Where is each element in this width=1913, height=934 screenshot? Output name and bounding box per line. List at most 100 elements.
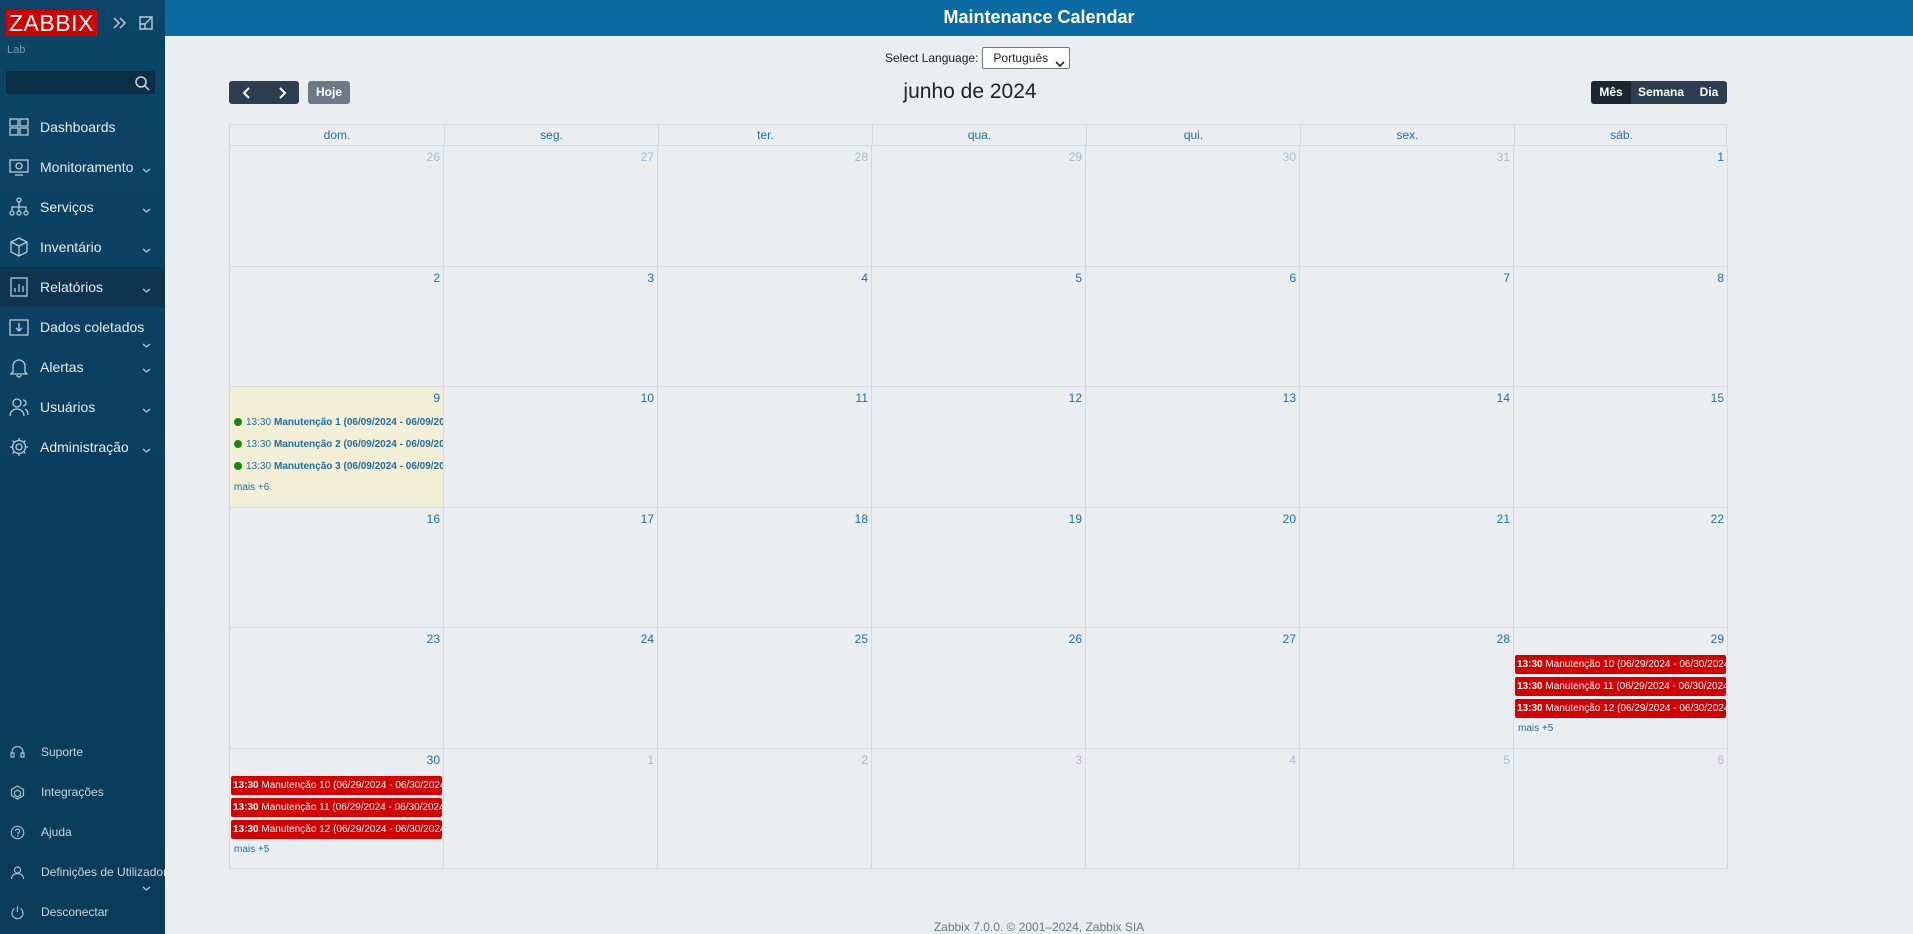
day-cell[interactable]: 12	[872, 387, 1086, 508]
day-cell[interactable]: 3	[444, 266, 658, 387]
event-bar[interactable]: 13:30 Manutenção 10 (06/29/2024 - 06/30/…	[1515, 655, 1726, 674]
event-item[interactable]: 13:30 Manutenção 2 (06/09/2024 - 06/09/20…	[234, 435, 443, 453]
more-events-link[interactable]: mais +5	[1518, 723, 1553, 734]
sidebar-item-administration[interactable]: Administração	[0, 427, 165, 467]
day-cell[interactable]: 5	[872, 266, 1086, 387]
status-dot-icon	[234, 418, 242, 426]
day-cell[interactable]: 10	[444, 387, 658, 508]
day-cell[interactable]: 6	[1514, 748, 1728, 869]
event-bar[interactable]: 13:30 Manutenção 11 (06/29/2024 - 06/30/…	[231, 797, 442, 817]
day-cell[interactable]: 4	[658, 266, 872, 387]
day-cell[interactable]: 26	[230, 146, 444, 267]
view-switcher: Mês Semana Dia	[1591, 81, 1727, 104]
sidebar-controls	[112, 15, 154, 31]
prev-month-button[interactable]	[229, 81, 264, 104]
view-day-button[interactable]: Dia	[1691, 81, 1727, 104]
day-number: 5	[1503, 752, 1510, 767]
sidebar-item-alerts[interactable]: Alertas	[0, 347, 165, 387]
sidebar-item-label: Dashboards	[40, 119, 116, 135]
event-bar[interactable]: 13:30 Manutenção 12 (06/29/2024 - 06/30/…	[1515, 699, 1726, 718]
sidebar-item-services[interactable]: Serviços	[0, 187, 165, 227]
day-cell[interactable]: 28	[658, 146, 872, 267]
day-cell[interactable]: 2	[658, 748, 872, 869]
day-cell[interactable]: 29	[872, 146, 1086, 267]
day-cell-today[interactable]: 9 13:30 Manutenção 1 (06/09/2024 - 06/09/…	[230, 387, 444, 508]
day-number: 30	[426, 752, 440, 767]
language-select[interactable]: Português	[982, 47, 1071, 69]
status-dot-icon	[234, 440, 242, 448]
day-cell[interactable]: 17	[444, 507, 658, 628]
sidebar-item-user-settings[interactable]: Definições de Utilizador	[0, 852, 165, 892]
day-cell[interactable]: 5	[1300, 748, 1514, 869]
sidebar-item-integrations[interactable]: Integrações	[0, 772, 165, 812]
day-cell[interactable]: 3	[872, 748, 1086, 869]
day-cell[interactable]: 21	[1300, 507, 1514, 628]
search-input[interactable]	[6, 71, 155, 94]
status-dot-icon	[234, 462, 242, 470]
event-item[interactable]: 13:30 Manutenção 1 (06/09/2024 - 06/09/20…	[234, 413, 443, 431]
day-number: 27	[640, 150, 654, 164]
view-week-button[interactable]: Semana	[1631, 81, 1691, 104]
chevron-down-icon	[142, 442, 151, 453]
sidebar-item-support[interactable]: Suporte	[0, 732, 165, 772]
sidebar-item-monitoring[interactable]: Monitoramento	[0, 147, 165, 187]
sidebar-item-help[interactable]: Ajuda	[0, 812, 165, 852]
day-cell[interactable]: 24	[444, 628, 658, 749]
day-cell[interactable]: 8	[1514, 266, 1728, 387]
day-cell[interactable]: 4	[1086, 748, 1300, 869]
more-events-link[interactable]: mais +6	[234, 482, 269, 493]
sidebar-item-data-collection[interactable]: Dados coletados	[0, 307, 165, 348]
day-cell[interactable]: 29 13:30 Manutenção 10 (06/29/2024 - 06/…	[1514, 628, 1728, 749]
day-cell[interactable]: 31	[1300, 146, 1514, 267]
day-cell[interactable]: 13	[1086, 387, 1300, 508]
footer: Zabbix 7.0.0. © 2001–2024, Zabbix SIA	[165, 920, 1913, 934]
footer-link[interactable]: Zabbix SIA	[1085, 920, 1145, 934]
day-cell[interactable]: 25	[658, 628, 872, 749]
day-cell[interactable]: 23	[230, 628, 444, 749]
day-cell[interactable]: 27	[1086, 628, 1300, 749]
day-number: 23	[426, 632, 440, 646]
day-cell[interactable]: 27	[444, 146, 658, 267]
sidebar-item-logout[interactable]: Desconectar	[0, 892, 165, 932]
sidebar-item-inventory[interactable]: Inventário	[0, 227, 165, 267]
view-month-button[interactable]: Mês	[1591, 81, 1631, 104]
chevron-down-icon	[142, 202, 151, 213]
zabbix-logo[interactable]: ZABBIX	[6, 10, 97, 36]
day-cell[interactable]: 6	[1086, 266, 1300, 387]
day-cell[interactable]: 20	[1086, 507, 1300, 628]
sidebar-item-users[interactable]: Usuários	[0, 387, 165, 427]
day-cell[interactable]: 16	[230, 507, 444, 628]
day-cell[interactable]: 1	[444, 748, 658, 869]
day-cell[interactable]: 19	[872, 507, 1086, 628]
event-time: 13:30	[1517, 659, 1543, 670]
services-icon	[8, 196, 30, 218]
sidebar-item-label: Integrações	[41, 785, 104, 799]
today-button[interactable]: Hoje	[308, 81, 350, 104]
sidebar-item-dashboards[interactable]: Dashboards	[0, 107, 165, 147]
day-cell[interactable]: 18	[658, 507, 872, 628]
day-cell[interactable]: 1	[1514, 146, 1728, 267]
chevron-down-icon	[1055, 54, 1065, 68]
reports-icon	[8, 276, 30, 298]
day-cell[interactable]: 26	[872, 628, 1086, 749]
day-cell[interactable]: 30 13:30 Manutenção 10 (06/29/2024 - 06/…	[230, 748, 444, 869]
collapse-sidebar-icon[interactable]	[112, 15, 128, 31]
sidebar-item-reports[interactable]: Relatórios	[0, 267, 165, 307]
search-icon[interactable]	[134, 75, 150, 91]
day-cell[interactable]: 15	[1514, 387, 1728, 508]
event-bar[interactable]: 13:30 Manutenção 10 (06/29/2024 - 06/30/…	[231, 775, 442, 795]
event-bar[interactable]: 13:30 Manutenção 11 (06/29/2024 - 06/30/…	[1515, 677, 1726, 696]
event-bar[interactable]: 13:30 Manutenção 12 (06/29/2024 - 06/30/…	[231, 819, 442, 839]
kiosk-mode-icon[interactable]	[138, 15, 154, 31]
day-cell[interactable]: 28	[1300, 628, 1514, 749]
day-cell[interactable]: 30	[1086, 146, 1300, 267]
logo-row: ZABBIX	[6, 10, 161, 36]
day-cell[interactable]: 2	[230, 266, 444, 387]
next-month-button[interactable]	[264, 81, 299, 104]
event-item[interactable]: 13:30 Manutenção 3 (06/09/2024 - 06/09/20…	[234, 457, 443, 475]
day-cell[interactable]: 22	[1514, 507, 1728, 628]
more-events-link[interactable]: mais +5	[234, 844, 269, 855]
day-cell[interactable]: 11	[658, 387, 872, 508]
day-cell[interactable]: 14	[1300, 387, 1514, 508]
day-cell[interactable]: 7	[1300, 266, 1514, 387]
